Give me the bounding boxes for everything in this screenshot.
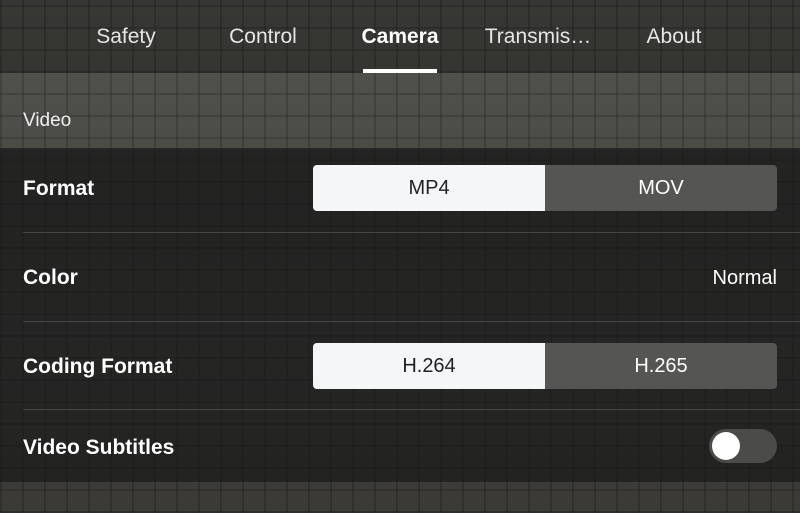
format-option-mp4[interactable]: MP4 <box>313 165 545 211</box>
format-option-mov[interactable]: MOV <box>545 165 777 211</box>
settings-panel: Format MP4 MOV Color Normal Coding Forma… <box>0 148 800 482</box>
tab-transmission[interactable]: Transmis… <box>468 0 608 73</box>
format-row: Format MP4 MOV <box>0 148 800 232</box>
video-subtitles-label: Video Subtitles <box>23 436 175 459</box>
tab-camera[interactable]: Camera <box>330 0 470 73</box>
section-header <box>0 73 800 150</box>
background-strip <box>0 482 800 513</box>
coding-format-segmented-control: H.264 H.265 <box>313 343 777 389</box>
color-label: Color <box>23 266 78 289</box>
color-row[interactable]: Color Normal <box>0 233 800 321</box>
toggle-knob <box>712 432 740 460</box>
coding-format-option-h265[interactable]: H.265 <box>545 343 777 389</box>
tab-about[interactable]: About <box>604 0 744 73</box>
video-subtitles-row: Video Subtitles <box>0 410 800 482</box>
coding-format-option-h264[interactable]: H.264 <box>313 343 545 389</box>
coding-format-label: Coding Format <box>23 355 173 378</box>
tab-control[interactable]: Control <box>193 0 333 73</box>
coding-format-row: Coding Format H.264 H.265 <box>0 322 800 409</box>
format-segmented-control: MP4 MOV <box>313 165 777 211</box>
tab-bar: Safety Control Camera Transmis… About <box>0 0 800 73</box>
color-value[interactable]: Normal <box>713 267 777 290</box>
tab-camera-label: Camera <box>361 25 439 48</box>
format-label: Format <box>23 177 95 200</box>
section-title-video: Video <box>23 110 72 131</box>
video-subtitles-toggle[interactable] <box>709 429 777 463</box>
tab-safety[interactable]: Safety <box>56 0 196 73</box>
